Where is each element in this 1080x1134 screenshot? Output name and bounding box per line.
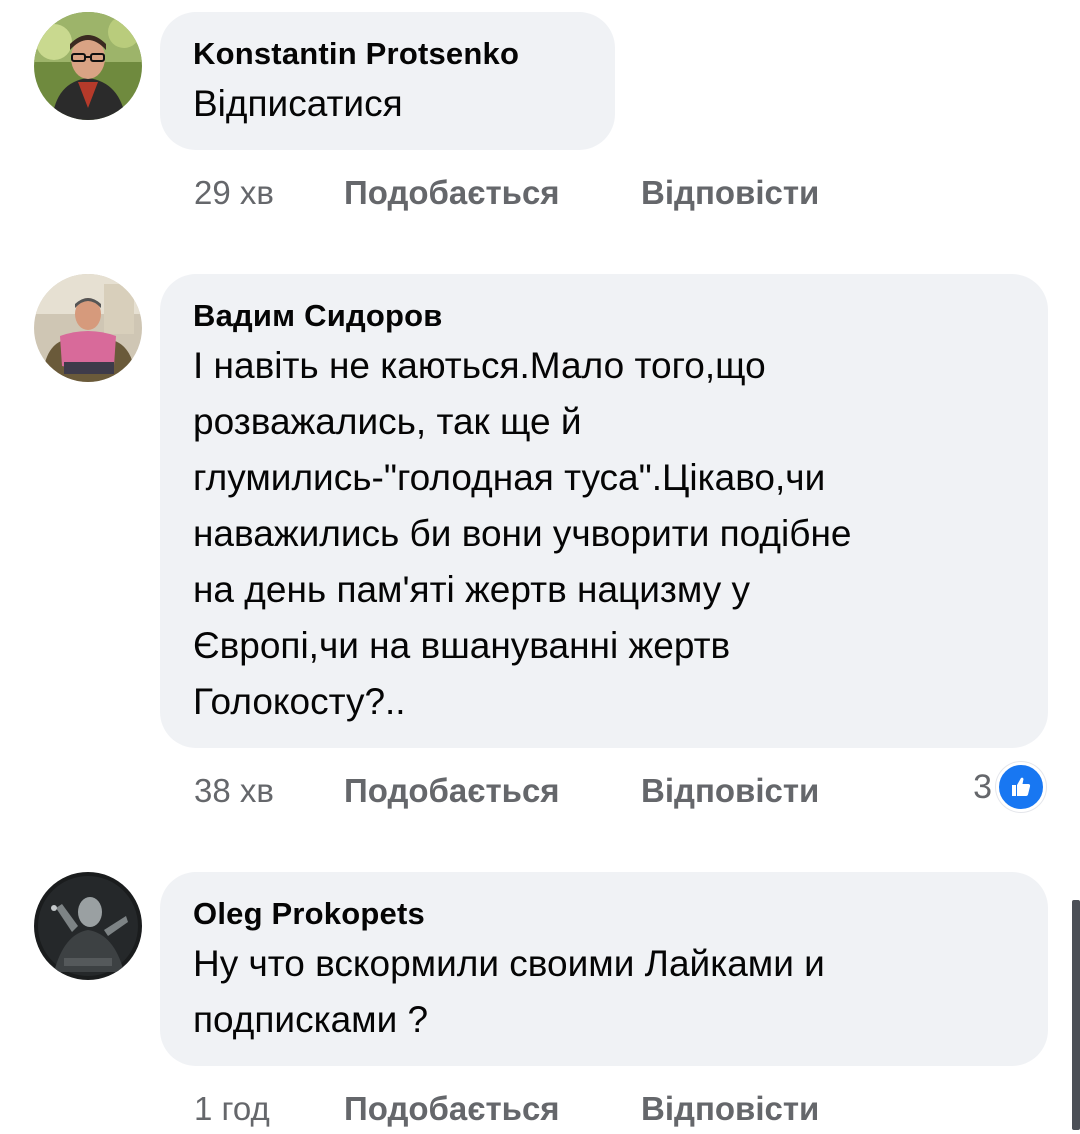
- comment-actions: 29 хв Подобається Відповісти: [194, 168, 819, 218]
- reply-button[interactable]: Відповісти: [641, 174, 819, 212]
- comment-timestamp[interactable]: 1 год: [194, 1090, 344, 1128]
- comment-author[interactable]: Вадим Сидоров: [193, 296, 1016, 336]
- reaction-summary[interactable]: 3: [973, 762, 1046, 812]
- comment-author[interactable]: Konstantin Protsenko: [193, 34, 583, 74]
- avatar[interactable]: [34, 872, 142, 980]
- comment-timestamp[interactable]: 29 хв: [194, 174, 344, 212]
- avatar[interactable]: [34, 274, 142, 382]
- comment-text: І навіть не каються.Мало того,що розважа…: [193, 345, 852, 722]
- comment-text: Відписатися: [193, 83, 403, 124]
- comment-actions: 1 год Подобається Відповісти: [194, 1084, 819, 1134]
- reaction-count: 3: [973, 767, 992, 806]
- comment-timestamp[interactable]: 38 хв: [194, 772, 344, 810]
- comment-author[interactable]: Oleg Prokopets: [193, 894, 1016, 934]
- reply-button[interactable]: Відповісти: [641, 1090, 819, 1128]
- comment-text: Ну что вскормили своими Лайками и подпис…: [193, 943, 825, 1040]
- comment-bubble: Вадим Сидоров І навіть не каються.Мало т…: [160, 274, 1048, 748]
- comment-bubble: Konstantin Protsenko Відписатися: [160, 12, 615, 150]
- reply-button[interactable]: Відповісти: [641, 772, 819, 810]
- like-button[interactable]: Подобається: [344, 174, 641, 212]
- avatar[interactable]: [34, 12, 142, 120]
- avatar-photo-icon: [34, 872, 142, 980]
- comment-bubble: Oleg Prokopets Ну что вскормили своими Л…: [160, 872, 1048, 1066]
- avatar-photo-icon: [34, 274, 142, 382]
- like-button[interactable]: Подобається: [344, 772, 641, 810]
- avatar-photo-icon: [34, 12, 142, 120]
- like-thumb-icon: [996, 762, 1046, 812]
- comment-actions: 38 хв Подобається Відповісти: [194, 766, 819, 816]
- scrollbar[interactable]: [1072, 900, 1080, 1130]
- like-button[interactable]: Подобається: [344, 1090, 641, 1128]
